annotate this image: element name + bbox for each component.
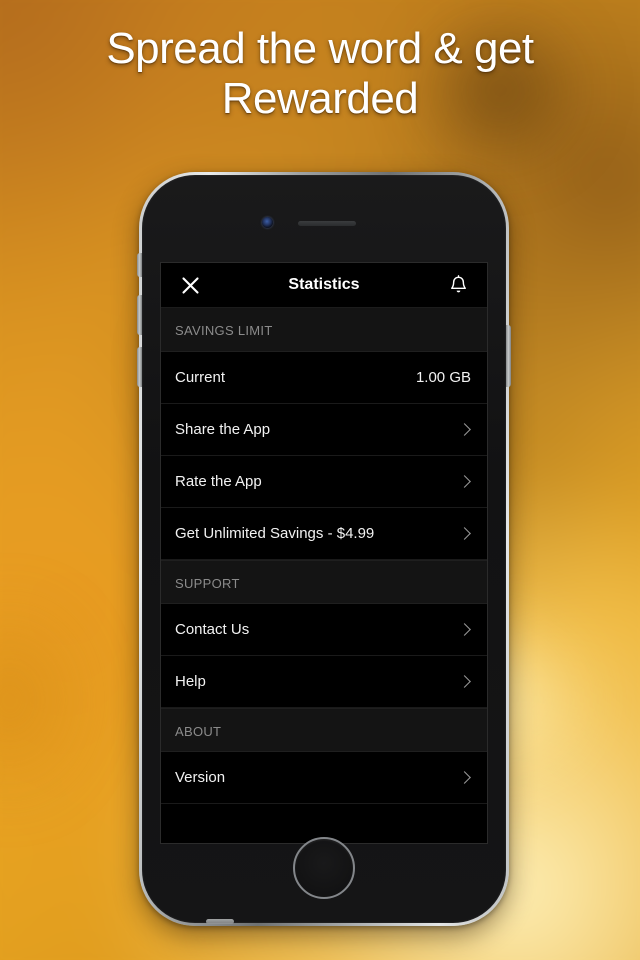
list-item[interactable]: Get Unlimited Savings - $4.99 — [161, 508, 487, 560]
list-item-label: Get Unlimited Savings - $4.99 — [175, 525, 375, 542]
volume-up-button[interactable] — [137, 295, 142, 335]
list-item[interactable]: Rate the App — [161, 456, 487, 508]
promo-headline: Spread the word & get Rewarded — [0, 24, 640, 124]
chevron-right-icon — [458, 623, 471, 636]
promo-headline-line-2: Rewarded — [221, 74, 419, 123]
list-item[interactable]: Help — [161, 656, 487, 708]
earpiece-speaker-icon — [298, 221, 356, 226]
list-item-label: Share the App — [175, 421, 271, 438]
list-bottom-filler — [161, 804, 487, 838]
chevron-right-icon — [458, 527, 471, 540]
list-item-value: 1.00 GB — [415, 369, 471, 386]
phone-mockup: Statistics SAVINGS LIMIT Current 1.00 GB Sh… — [137, 172, 511, 926]
list-item[interactable]: Current 1.00 GB — [161, 352, 487, 404]
volume-down-button[interactable] — [137, 347, 142, 387]
page-title: Statistics — [288, 276, 360, 293]
notification-bell-icon — [450, 275, 466, 293]
ring-switch[interactable] — [137, 253, 142, 277]
section-header: SUPPORT — [161, 560, 487, 604]
power-button[interactable] — [506, 325, 511, 387]
chevron-right-icon — [458, 423, 471, 436]
chevron-right-icon — [458, 675, 471, 688]
section-header: SAVINGS LIMIT — [161, 308, 487, 352]
list-item-label: Contact Us — [175, 621, 250, 638]
phone-screen: Statistics SAVINGS LIMIT Current 1.00 GB Sh… — [160, 262, 488, 844]
chevron-right-icon — [458, 475, 471, 488]
promo-headline-line-1: Spread the word & get — [106, 24, 534, 73]
front-camera-icon — [262, 217, 273, 228]
list-item-label: Rate the App — [175, 473, 262, 490]
section-header: ABOUT — [161, 708, 487, 752]
phone-body: Statistics SAVINGS LIMIT Current 1.00 GB Sh… — [137, 175, 511, 924]
list-item[interactable]: Version — [161, 752, 487, 804]
bottom-antenna-line — [206, 919, 234, 924]
close-button[interactable] — [175, 270, 205, 300]
settings-list: SAVINGS LIMIT Current 1.00 GB Share the App… — [161, 308, 487, 838]
list-item-label: Help — [175, 673, 206, 690]
notifications-button[interactable] — [443, 270, 473, 300]
list-item[interactable]: Share the App — [161, 404, 487, 456]
close-x-icon — [181, 276, 199, 294]
list-item-label: Current — [175, 369, 226, 386]
list-item[interactable]: Contact Us — [161, 604, 487, 656]
list-item-label: Version — [175, 769, 226, 786]
home-button[interactable] — [293, 837, 355, 899]
chevron-right-icon — [458, 771, 471, 784]
app-navbar: Statistics — [161, 263, 487, 308]
